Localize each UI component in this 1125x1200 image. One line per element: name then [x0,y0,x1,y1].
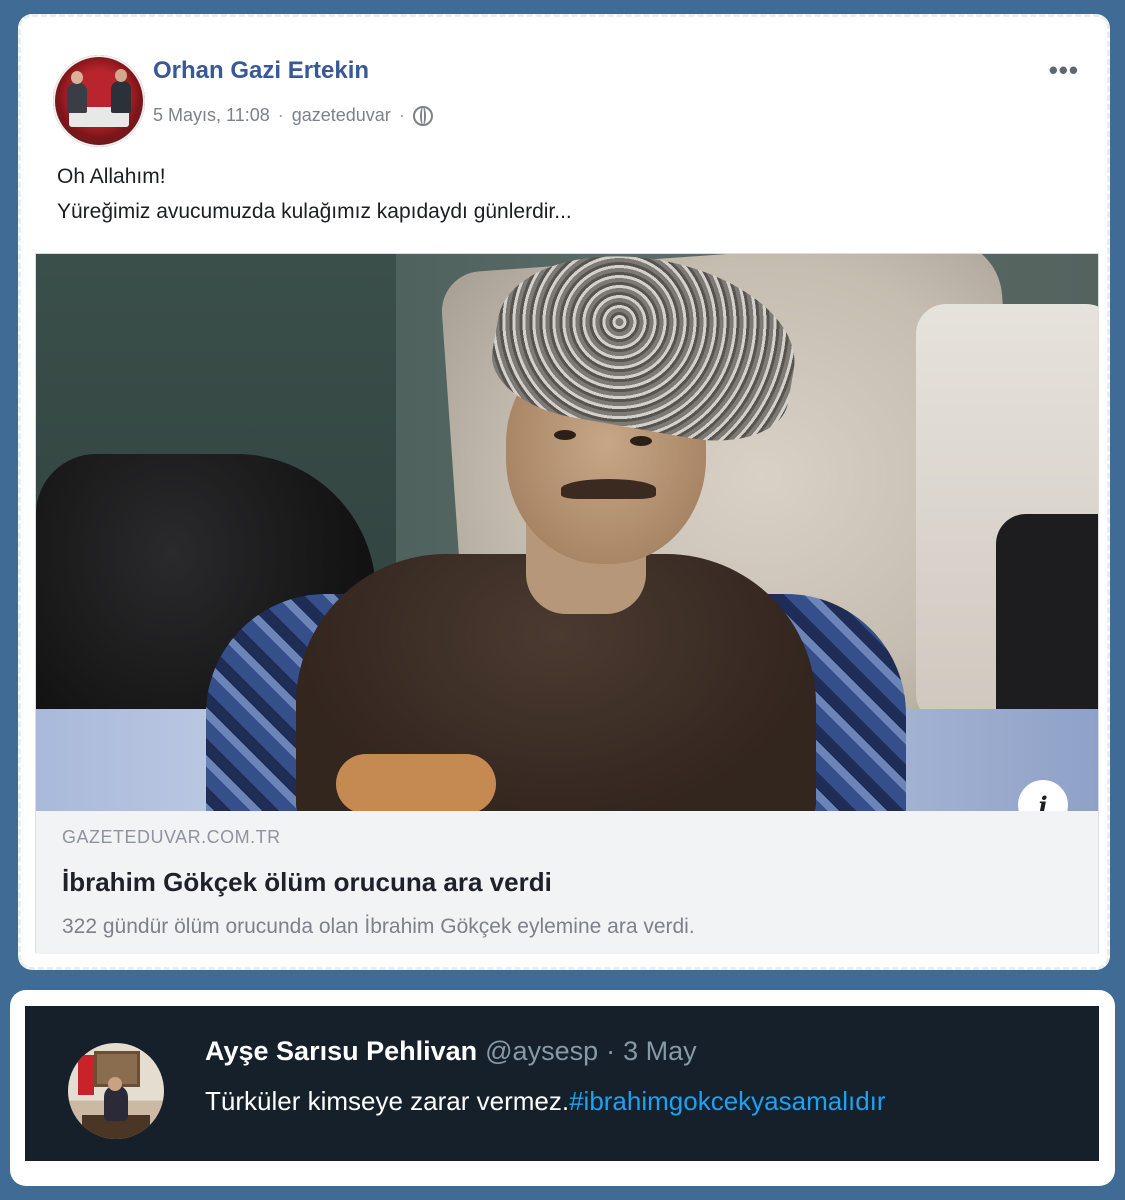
tweet-separator: · [606,1036,616,1066]
post-app[interactable]: gazeteduvar [292,105,391,126]
tweet-date[interactable]: 3 May [623,1036,697,1067]
tweet-text-body: Türküler kimseye zarar vermez. [205,1086,570,1116]
link-preview[interactable]: i GAZETEDUVAR.COM.TR İbrahim Gökçek ölüm… [35,253,1099,954]
tweet-hashtag[interactable]: #ibrahimgokcekyasamalıdır [569,1086,885,1116]
link-description: 322 gündür ölüm orucunda olan İbrahim Gö… [62,915,695,938]
more-icon[interactable]: ••• [1049,55,1079,86]
post-meta: 5 Mayıs, 11:08 · gazeteduvar · [153,105,433,126]
post-text: Oh Allahım! Yüreğimiz avucumuzda kulağım… [57,159,572,229]
author-avatar[interactable] [53,55,145,147]
tweet-header: Ayşe Sarısu Pehlivan @aysesp · 3 May [205,1036,697,1067]
tweet-card[interactable]: Ayşe Sarısu Pehlivan @aysesp · 3 May Tür… [25,1006,1099,1161]
facebook-post-card: Orhan Gazi Ertekin 5 Mayıs, 11:08 · gaze… [18,14,1110,970]
link-preview-meta[interactable]: GAZETEDUVAR.COM.TR İbrahim Gökçek ölüm o… [36,811,1098,954]
post-date[interactable]: 5 Mayıs, 11:08 [153,105,270,126]
tweet-handle[interactable]: @aysesp [485,1036,598,1067]
tweet-avatar[interactable] [68,1043,164,1139]
tweet-text: Türküler kimseye zarar vermez.#ibrahimgo… [205,1086,886,1117]
post-text-line: Oh Allahım! [57,165,166,188]
post-author-name[interactable]: Orhan Gazi Ertekin [153,57,369,85]
link-headline[interactable]: İbrahim Gökçek ölüm orucuna ara verdi [62,867,552,898]
link-source: GAZETEDUVAR.COM.TR [62,827,281,847]
post-text-line: Yüreğimiz avucumuzda kulağımız kapıdaydı… [57,200,572,223]
meta-separator: · [277,105,284,125]
tweet-author-name[interactable]: Ayşe Sarısu Pehlivan [205,1036,477,1067]
tweet-frame: Ayşe Sarısu Pehlivan @aysesp · 3 May Tür… [10,990,1115,1186]
meta-separator: · [398,105,405,125]
globe-icon [412,105,433,126]
link-preview-image[interactable]: i [36,254,1098,811]
